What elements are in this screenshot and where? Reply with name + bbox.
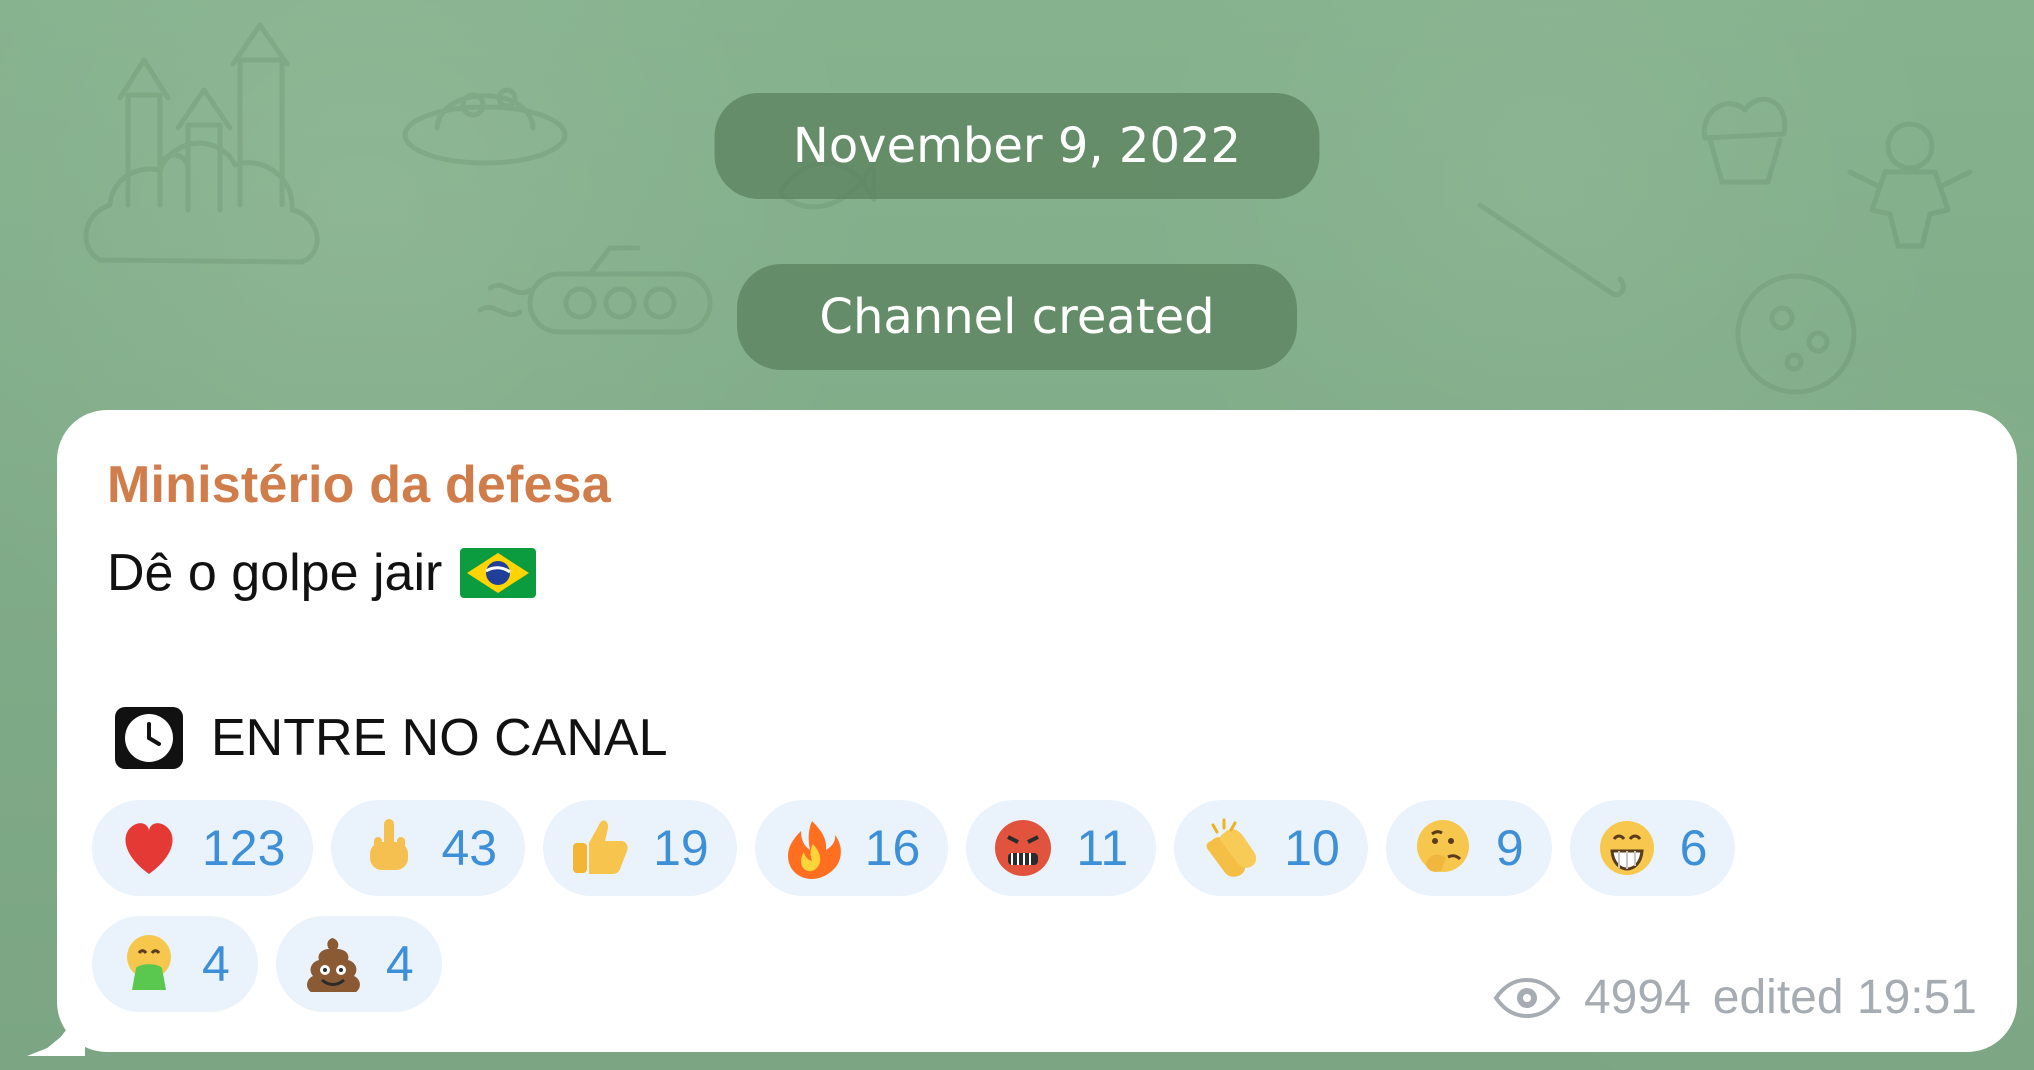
views-eye-icon bbox=[1493, 977, 1561, 1019]
reaction-count: 123 bbox=[202, 820, 286, 876]
date-separator: November 9, 2022 bbox=[714, 93, 1320, 199]
reaction-count: 6 bbox=[1679, 820, 1708, 876]
cupcake-doodle-icon bbox=[1702, 96, 1788, 185]
reaction-count: 4 bbox=[202, 936, 230, 992]
reaction-row-1: 123 43 19 16 11 10 9 6 bbox=[92, 800, 1972, 896]
vomiting-face-icon bbox=[127, 935, 171, 990]
clapping-hands-icon bbox=[1206, 818, 1257, 877]
brazil-flag-icon bbox=[460, 548, 537, 598]
reaction-thumbs-up[interactable]: 19 bbox=[543, 800, 737, 896]
middle-finger-icon bbox=[370, 819, 409, 870]
clock-icon bbox=[115, 707, 183, 769]
thumbs-up-icon bbox=[573, 820, 628, 874]
reaction-count: 16 bbox=[864, 820, 921, 876]
hook-doodle-icon bbox=[1477, 202, 1626, 298]
reaction-count: 4 bbox=[385, 936, 414, 992]
reaction-count: 43 bbox=[441, 820, 498, 876]
message-text-line-1: Dê o golpe jair bbox=[107, 544, 443, 602]
edited-time: edited 19:51 bbox=[1712, 971, 1977, 1024]
heart-icon bbox=[125, 823, 173, 874]
ufo-doodle-icon bbox=[402, 87, 568, 166]
reaction-count: 11 bbox=[1076, 820, 1129, 876]
reaction-vomiting-face[interactable]: 4 bbox=[92, 916, 258, 1012]
reaction-thinking-face[interactable]: 9 bbox=[1385, 800, 1552, 896]
thinking-face-icon bbox=[1416, 820, 1469, 872]
reaction-count: 19 bbox=[653, 820, 709, 876]
gingerbread-doodle-icon bbox=[1847, 121, 1973, 249]
message-text-line-2: ENTRE NO CANAL bbox=[211, 709, 668, 767]
fire-icon bbox=[787, 821, 841, 879]
reaction-heart[interactable]: 123 bbox=[92, 800, 314, 896]
sender-name[interactable]: Ministério da defesa bbox=[107, 459, 611, 511]
message-line-1: Dê o golpe jair bbox=[107, 544, 537, 602]
reaction-fire[interactable]: 16 bbox=[754, 800, 949, 896]
reaction-middle-finger[interactable]: 43 bbox=[331, 800, 526, 896]
message-line-2: ENTRE NO CANAL bbox=[107, 699, 668, 777]
reaction-angry-face[interactable]: 11 bbox=[966, 800, 1157, 896]
message-bubble[interactable]: Ministério da defesa Dê o golpe jair ENT… bbox=[57, 410, 2017, 1052]
reaction-grinning-face[interactable]: 6 bbox=[1569, 800, 1736, 896]
reaction-count: 9 bbox=[1495, 820, 1524, 876]
reaction-clapping-hands[interactable]: 10 bbox=[1174, 800, 1368, 896]
castle-doodle-icon bbox=[83, 22, 320, 265]
reaction-poop[interactable]: 4 bbox=[275, 916, 442, 1012]
poop-icon bbox=[306, 938, 360, 992]
planet-doodle-icon bbox=[1735, 273, 1857, 395]
submarine-doodle-icon bbox=[477, 245, 713, 335]
message-meta: 4994 edited 19:51 bbox=[1492, 974, 1977, 1022]
channel-created-service-message: Channel created bbox=[737, 264, 1297, 370]
reaction-count: 10 bbox=[1284, 820, 1340, 876]
view-count: 4994 bbox=[1583, 971, 1691, 1024]
angry-face-icon bbox=[995, 820, 1052, 876]
grinning-face-icon bbox=[1599, 821, 1654, 875]
